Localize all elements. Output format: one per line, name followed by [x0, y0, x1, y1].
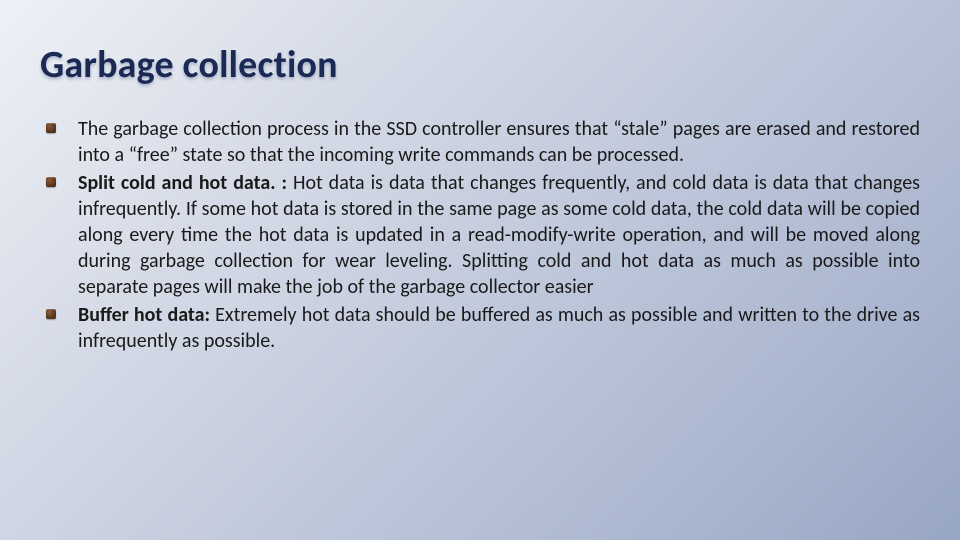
list-item: Split cold and hot data. : Hot data is d… [40, 170, 920, 300]
bullet-list: The garbage collection process in the SS… [40, 116, 920, 354]
list-item: Buffer hot data: Extremely hot data shou… [40, 302, 920, 354]
bullet-text: The garbage collection process in the SS… [78, 117, 920, 167]
bullet-lead: Buffer hot data: [78, 303, 210, 327]
bullet-lead: Split cold and hot data. : [78, 171, 287, 195]
slide: Garbage collection The garbage collectio… [0, 0, 960, 540]
list-item: The garbage collection process in the SS… [40, 116, 920, 168]
slide-title: Garbage collection [40, 42, 920, 88]
